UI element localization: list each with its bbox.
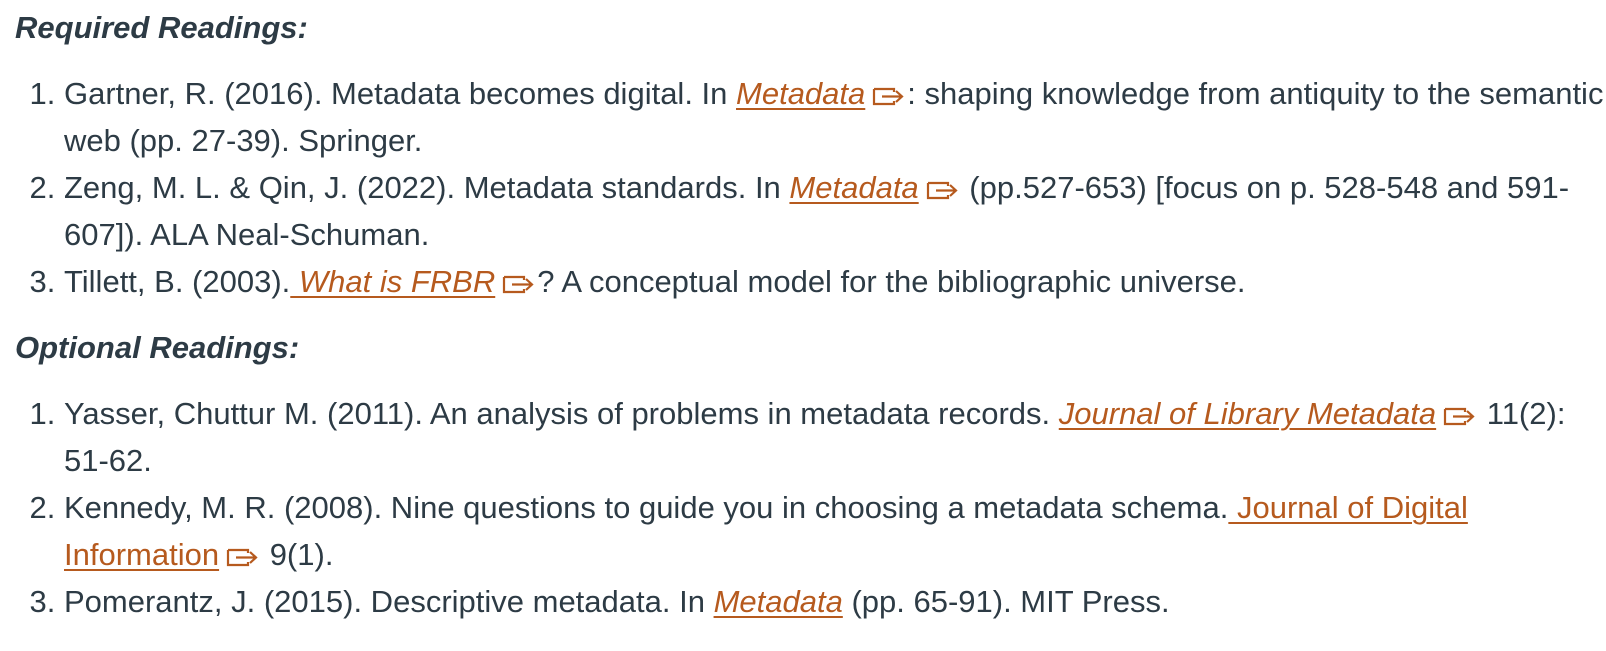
citation-link[interactable]: Metadata <box>714 584 843 619</box>
list-item: Pomerantz, J. (2015). Descriptive metada… <box>64 578 1606 625</box>
list-item: Gartner, R. (2016). Metadata becomes dig… <box>64 70 1606 164</box>
citation-text: Gartner, R. (2016). Metadata becomes dig… <box>64 76 737 111</box>
citation-text: Yasser, Chuttur M. (2011). An analysis o… <box>64 396 1059 431</box>
citation-link[interactable]: Metadata <box>789 170 918 205</box>
citation-link[interactable]: What is FRBR <box>290 264 495 299</box>
list-item: Yasser, Chuttur M. (2011). An analysis o… <box>64 390 1606 484</box>
required-readings-heading: Required Readings: <box>15 10 308 45</box>
list-item: Zeng, M. L. & Qin, J. (2022). Metadata s… <box>64 164 1606 258</box>
citation-text: Zeng, M. L. & Qin, J. (2022). Metadata s… <box>64 170 790 205</box>
citation-text: Kennedy, M. R. (2008). Nine questions to… <box>64 490 1229 525</box>
external-link-icon <box>926 177 960 203</box>
citation-text: Tillett, B. (2003). <box>64 264 291 299</box>
list-item: Tillett, B. (2003). What is FRBR ? A conc… <box>64 258 1606 305</box>
readings-page: Required Readings: Gartner, R. (2016). M… <box>0 0 1606 651</box>
citation-text: (pp. 65-91). MIT Press. <box>842 584 1170 619</box>
optional-readings-heading: Optional Readings: <box>15 330 300 365</box>
external-link-icon <box>872 83 906 109</box>
citation-text: ? A conceptual model for the bibliograph… <box>537 264 1246 299</box>
citation-text: Pomerantz, J. (2015). Descriptive metada… <box>64 584 714 619</box>
optional-readings-list: Yasser, Chuttur M. (2011). An analysis o… <box>15 390 1606 625</box>
list-item: Kennedy, M. R. (2008). Nine questions to… <box>64 484 1606 578</box>
external-link-icon <box>502 271 536 297</box>
external-link-icon <box>226 544 260 570</box>
external-link-icon <box>1443 403 1477 429</box>
citation-link[interactable]: Journal of Library Metadata <box>1059 396 1436 431</box>
citation-link[interactable]: Metadata <box>736 76 865 111</box>
required-readings-list: Gartner, R. (2016). Metadata becomes dig… <box>15 70 1606 305</box>
citation-text: 9(1). <box>261 537 334 572</box>
